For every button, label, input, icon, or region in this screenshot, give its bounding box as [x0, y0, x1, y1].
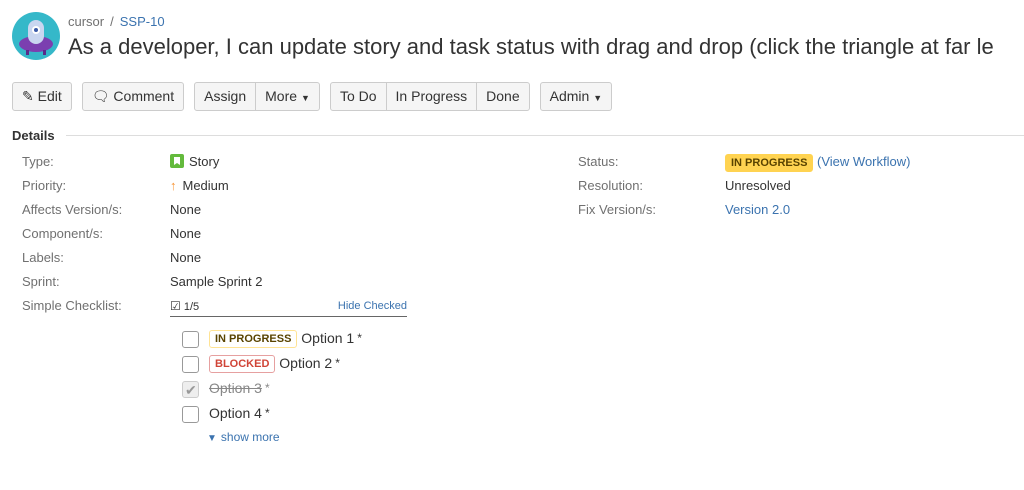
- breadcrumb: cursor / SSP-10: [68, 14, 165, 29]
- checkbox-icon: ☑: [170, 299, 181, 313]
- fix-version-link[interactable]: Version 2.0: [725, 202, 790, 217]
- breadcrumb-issue-key[interactable]: SSP-10: [120, 14, 165, 29]
- breadcrumb-separator: /: [110, 14, 114, 29]
- component-value: None: [170, 226, 202, 241]
- hide-checked-link[interactable]: Hide Checked: [338, 296, 407, 316]
- checklist-progress: 1/5: [183, 301, 200, 313]
- in-progress-button[interactable]: In Progress: [385, 83, 477, 110]
- item-label[interactable]: Option 2: [279, 355, 332, 371]
- comment-label: Comment: [113, 88, 175, 104]
- more-button[interactable]: More ▼: [255, 83, 319, 110]
- priority-label: Priority:: [22, 178, 67, 193]
- item-label[interactable]: Option 4: [209, 405, 262, 421]
- star-icon: *: [357, 331, 362, 345]
- priority-value: ↑ Medium: [170, 176, 229, 196]
- issue-title[interactable]: As a developer, I can update story and t…: [68, 34, 994, 60]
- status-label: Status:: [578, 154, 619, 169]
- resolution-label: Resolution:: [578, 178, 644, 193]
- assign-button[interactable]: Assign: [195, 83, 255, 110]
- resolution-value: Unresolved: [725, 178, 791, 193]
- fix-version-label: Fix Version/s:: [578, 202, 657, 217]
- admin-button[interactable]: Admin ▼: [541, 83, 612, 110]
- checklist-item: Option 4 *: [182, 402, 270, 424]
- breadcrumb-project[interactable]: cursor: [68, 14, 104, 29]
- fix-version-value: Version 2.0: [725, 200, 790, 220]
- checkbox[interactable]: [182, 355, 199, 373]
- check-icon: ✔: [185, 381, 197, 398]
- show-more-label: show more: [220, 430, 280, 444]
- component-label: Component/s:: [22, 226, 103, 241]
- star-icon: *: [335, 356, 340, 370]
- checklist-item: BLOCKED Option 2 *: [182, 352, 340, 374]
- pencil-icon: ✎: [22, 88, 38, 104]
- simple-checklist-label: Simple Checklist:: [22, 298, 122, 313]
- arrow-up-icon: ↑: [170, 178, 177, 193]
- in-progress-badge: IN PROGRESS: [209, 330, 298, 349]
- checkbox-checked[interactable]: ✔: [182, 380, 199, 398]
- issue-toolbar: ✎ Edit 🗨 Comment Assign More ▼ To Do In P…: [12, 82, 613, 111]
- labels-value: None: [170, 250, 202, 265]
- type-label: Type:: [22, 154, 54, 169]
- labels-label: Labels:: [22, 250, 64, 265]
- checkbox[interactable]: [182, 405, 199, 423]
- affects-version-label: Affects Version/s:: [22, 202, 123, 217]
- admin-label: Admin: [549, 88, 590, 104]
- status-badge: IN PROGRESS: [725, 153, 814, 172]
- details-heading: Details: [12, 128, 55, 143]
- sprint-value: Sample Sprint 2: [170, 274, 263, 289]
- view-workflow-link[interactable]: (View Workflow): [817, 154, 910, 169]
- more-label: More: [265, 88, 298, 104]
- item-label[interactable]: Option 1: [301, 330, 354, 346]
- caret-down-icon: ▼: [593, 93, 603, 103]
- edit-button[interactable]: ✎ Edit: [13, 83, 71, 110]
- checklist-item: IN PROGRESS Option 1 *: [182, 327, 362, 349]
- type-value: Story: [170, 152, 219, 172]
- priority-text: Medium: [182, 178, 229, 193]
- chevron-down-icon: ▼: [207, 433, 217, 444]
- affects-version-value: None: [170, 202, 202, 217]
- item-label[interactable]: Option 3: [209, 380, 262, 396]
- star-icon: *: [264, 381, 270, 395]
- type-text: Story: [189, 154, 220, 169]
- checklist-header: ☑ 1/5 Hide Checked: [170, 296, 407, 317]
- checklist-item: ✔ Option 3 *: [182, 377, 270, 399]
- star-icon: *: [264, 406, 270, 420]
- sprint-label: Sprint:: [22, 274, 60, 289]
- show-more-link[interactable]: ▼ show more: [207, 427, 280, 447]
- done-button[interactable]: Done: [476, 83, 528, 110]
- comment-button[interactable]: 🗨 Comment: [83, 83, 183, 110]
- divider: [66, 135, 1024, 136]
- checkbox[interactable]: [182, 330, 199, 348]
- caret-down-icon: ▼: [301, 93, 310, 103]
- status-value: IN PROGRESS (View Workflow): [725, 152, 910, 172]
- comment-icon: 🗨: [91, 88, 114, 104]
- blocked-badge: BLOCKED: [209, 355, 276, 374]
- edit-label: Edit: [37, 88, 62, 104]
- project-avatar[interactable]: [12, 12, 60, 60]
- story-icon: [170, 154, 184, 168]
- todo-button[interactable]: To Do: [331, 83, 386, 110]
